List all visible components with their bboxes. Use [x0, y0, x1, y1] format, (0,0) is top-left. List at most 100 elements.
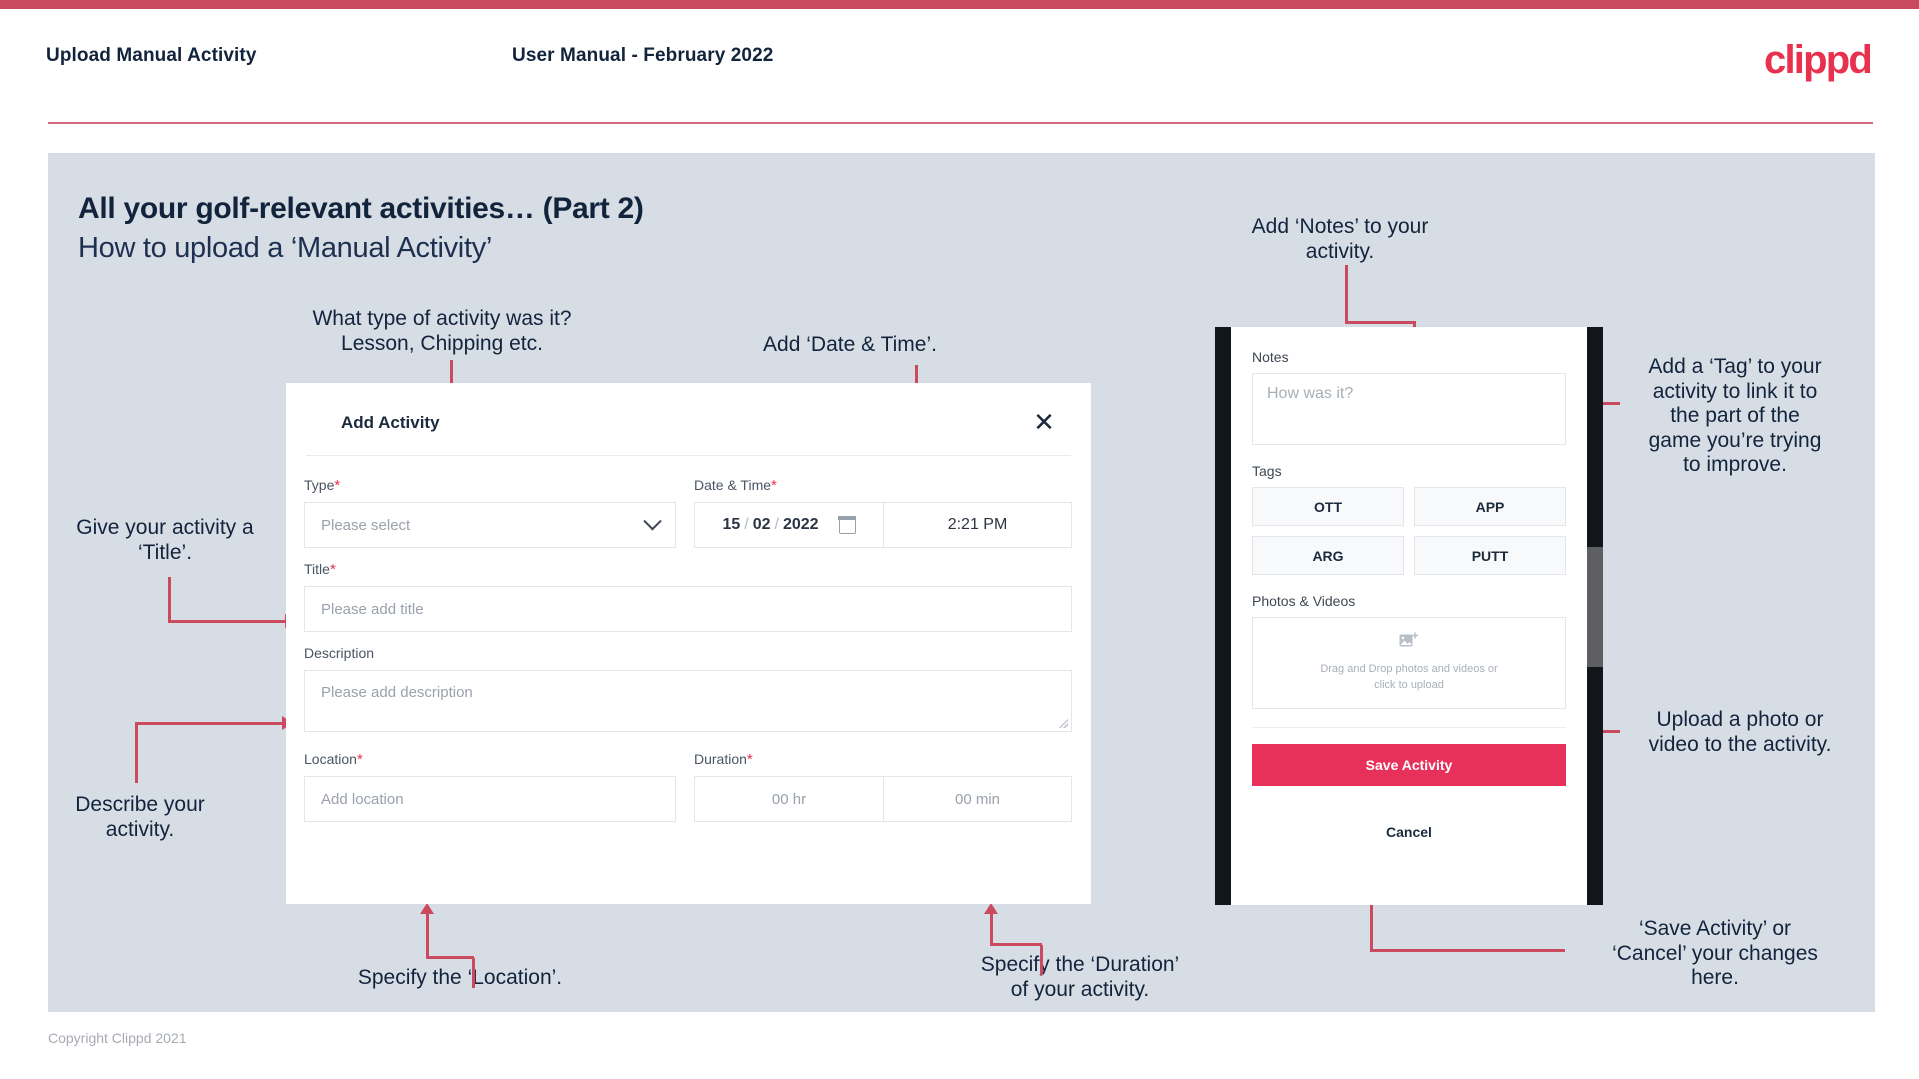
tags-grid: OTT APP ARG PUTT: [1252, 487, 1566, 575]
duration-field-group: Duration* 00 hr 00 min: [694, 751, 1072, 822]
page-title: Upload Manual Activity: [46, 45, 257, 66]
date-year: 2022: [782, 516, 819, 533]
annotation-type: What type of activity was it? Lesson, Ch…: [312, 307, 572, 355]
arrow-save-seg1: [1370, 949, 1565, 952]
date-separator-1: /: [744, 516, 749, 533]
header-divider: [48, 122, 1873, 124]
description-field-group: Description Please add description: [304, 645, 1072, 732]
dialog-header-divider: [306, 455, 1071, 456]
arrow-title-seg2: [168, 620, 288, 623]
add-image-icon: [1399, 632, 1419, 655]
date-separator-2: /: [774, 516, 779, 533]
phone-screen: Notes How was it? Tags OTT APP ARG PUTT …: [1231, 327, 1587, 905]
location-placeholder: Add location: [321, 790, 404, 808]
arrow-title-seg1: [168, 577, 171, 622]
annotation-upload: Upload a photo or video to the activity.: [1648, 708, 1832, 756]
duration-hours-input[interactable]: 00 hr: [694, 776, 884, 822]
annotation-duration: Specify the ‘Duration’ of your activity.: [980, 953, 1180, 1001]
duration-hours-placeholder: 00 hr: [771, 790, 807, 808]
dropzone-line-2: click to upload: [1374, 679, 1444, 691]
required-asterisk: *: [329, 561, 336, 578]
document-subtitle: User Manual - February 2022: [512, 45, 774, 66]
dropzone-line-1: Drag and Drop photos and videos or: [1320, 663, 1498, 676]
description-label: Description: [304, 645, 375, 661]
tag-button-ott[interactable]: OTT: [1252, 487, 1404, 526]
phone-volume-button[interactable]: [1587, 547, 1603, 667]
top-accent-bar: [0, 0, 1919, 9]
tags-label: Tags: [1252, 463, 1282, 479]
photos-videos-label: Photos & Videos: [1252, 593, 1356, 609]
title-input[interactable]: Please add title: [304, 586, 1072, 632]
arrow-dur-head: [984, 903, 998, 914]
close-icon[interactable]: ✕: [1027, 405, 1061, 439]
slide-subtitle: How to upload a ‘Manual Activity’: [78, 232, 493, 264]
description-placeholder: Please add description: [321, 684, 473, 701]
annotation-notes: Add ‘Notes’ to your activity.: [1251, 215, 1429, 263]
location-field-group: Location* Add location: [304, 751, 676, 822]
arrow-dur-seg3: [990, 913, 993, 945]
date-month: 02: [752, 516, 771, 533]
chevron-down-icon: [643, 511, 662, 530]
clippd-logo: clippd: [1764, 38, 1873, 82]
annotation-location: Specify the ‘Location’.: [357, 966, 563, 989]
calendar-icon[interactable]: [837, 515, 857, 534]
location-input[interactable]: Add location: [304, 776, 676, 822]
duration-inputs: 00 hr 00 min: [694, 776, 1072, 822]
duration-label: Duration*: [694, 751, 753, 768]
phone-divider: [1252, 727, 1566, 728]
arrow-loc-seg3: [426, 913, 429, 958]
type-field-group: Type* Please select: [304, 477, 676, 548]
arrow-dur-seg1: [1040, 945, 1043, 975]
type-placeholder: Please select: [321, 516, 411, 534]
title-field-group: Title* Please add title: [304, 561, 1072, 632]
type-select[interactable]: Please select: [304, 502, 676, 548]
date-input[interactable]: 15 / 02 / 2022: [694, 502, 884, 548]
tag-button-app[interactable]: APP: [1414, 487, 1566, 526]
arrow-loc-head: [420, 903, 434, 914]
footer-copyright: Copyright Clippd 2021: [48, 1030, 187, 1046]
arrow-loc-seg1: [472, 958, 475, 988]
phone-mockup: Notes How was it? Tags OTT APP ARG PUTT …: [1215, 327, 1603, 905]
duration-minutes-input[interactable]: 00 min: [884, 776, 1072, 822]
description-textarea[interactable]: Please add description: [304, 670, 1072, 732]
arrow-notes-seg1: [1345, 265, 1348, 323]
datetime-inputs: 15 / 02 / 2022 2:21 PM: [694, 502, 1072, 548]
required-asterisk: *: [746, 751, 753, 768]
date-day: 15: [722, 516, 741, 533]
time-input[interactable]: 2:21 PM: [884, 502, 1072, 548]
title-label: Title*: [304, 561, 336, 578]
annotation-save-cancel: ‘Save Activity’ or ‘Cancel’ your changes…: [1612, 917, 1818, 990]
notes-input[interactable]: How was it?: [1252, 373, 1566, 445]
arrow-dur-seg2: [990, 943, 1042, 946]
annotation-datetime: Add ‘Date & Time’.: [763, 333, 937, 356]
location-label: Location*: [304, 751, 363, 768]
phone-bezel-left: [1215, 327, 1231, 905]
dialog-title: Add Activity: [341, 413, 440, 432]
tag-button-arg[interactable]: ARG: [1252, 536, 1404, 575]
title-placeholder: Please add title: [321, 600, 424, 618]
arrow-loc-seg2: [426, 956, 474, 959]
photo-upload-dropzone[interactable]: Drag and Drop photos and videos or click…: [1252, 617, 1566, 709]
required-asterisk: *: [334, 477, 341, 494]
notes-placeholder: How was it?: [1267, 385, 1354, 402]
notes-label: Notes: [1252, 349, 1289, 365]
type-label: Type*: [304, 477, 341, 494]
required-asterisk: *: [771, 477, 777, 494]
annotation-tags: Add a ‘Tag’ to your activity to link it …: [1648, 355, 1822, 477]
annotation-title: Give your activity a ‘Title’.: [76, 516, 254, 564]
save-activity-button[interactable]: Save Activity: [1252, 744, 1566, 786]
tag-button-putt[interactable]: PUTT: [1414, 536, 1566, 575]
arrow-desc-seg2: [135, 722, 285, 725]
duration-minutes-placeholder: 00 min: [954, 790, 1001, 808]
time-value: 2:21 PM: [947, 516, 1008, 533]
add-activity-dialog: Add Activity ✕ Type* Please select Date …: [286, 383, 1091, 904]
datetime-label: Date & Time*: [694, 477, 777, 494]
arrow-desc-seg1: [135, 723, 138, 783]
dropzone-text: Drag and Drop photos and videos or click…: [1320, 662, 1497, 694]
annotation-description: Describe your activity.: [75, 793, 205, 841]
arrow-notes-seg2: [1345, 321, 1415, 324]
slide-title: All your golf-relevant activities… (Part…: [78, 192, 644, 225]
required-asterisk: *: [356, 751, 363, 768]
cancel-button[interactable]: Cancel: [1252, 824, 1566, 840]
datetime-field-group: Date & Time* 15 / 02 / 2022 2:21 PM: [694, 477, 1072, 548]
